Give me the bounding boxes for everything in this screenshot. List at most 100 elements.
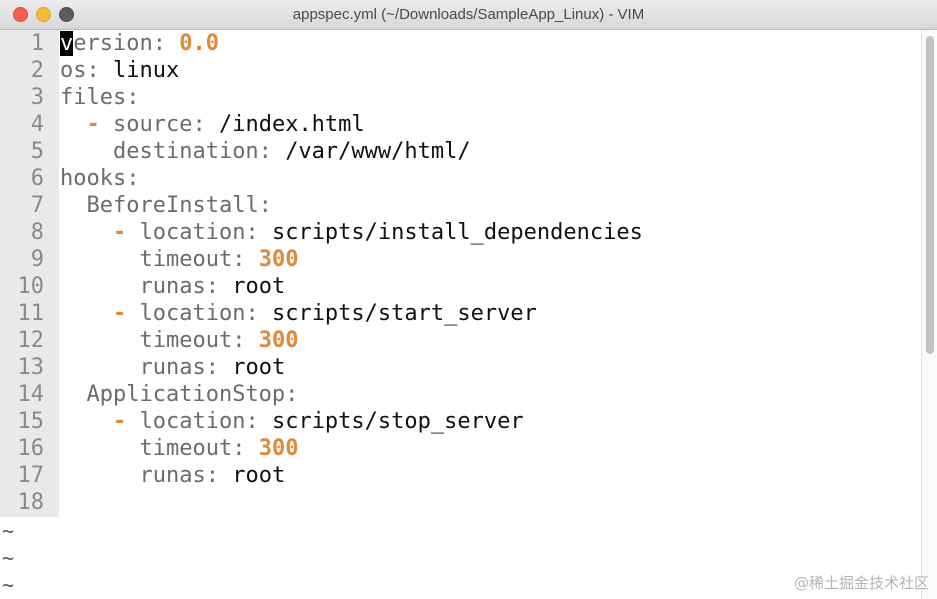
- line-number: 5: [30, 139, 44, 164]
- code-line[interactable]: 17 runas: root: [0, 462, 921, 489]
- yaml-key: os:: [60, 58, 100, 83]
- list-dash: -: [112, 409, 140, 434]
- title-bar: appspec.yml (~/Downloads/SampleApp_Linux…: [0, 0, 937, 30]
- yaml-value: root: [232, 355, 286, 380]
- yaml-value: 300: [258, 328, 299, 353]
- line-number: 7: [30, 193, 44, 218]
- line-number: 18: [17, 490, 45, 515]
- yaml-key: ersion:: [73, 31, 166, 56]
- code-line[interactable]: 5 destination: /var/www/html/: [0, 138, 921, 165]
- yaml-value: linux: [113, 58, 180, 83]
- line-number: 12: [17, 328, 45, 353]
- code-line[interactable]: 18: [0, 489, 921, 516]
- line-number: 14: [17, 382, 45, 407]
- code-line[interactable]: 4 - source: /index.html: [0, 111, 921, 138]
- yaml-key: runas:: [139, 463, 219, 488]
- empty-line-tilde: ~: [2, 573, 15, 597]
- line-number: 8: [30, 220, 44, 245]
- yaml-key: location:: [139, 220, 259, 245]
- code-line[interactable]: 16 timeout: 300: [0, 435, 921, 462]
- yaml-key: location:: [139, 301, 259, 326]
- yaml-value: scripts/stop_server: [271, 409, 524, 434]
- line-content: destination: /var/www/html/: [60, 138, 471, 165]
- yaml-value: scripts/start_server: [271, 301, 537, 326]
- line-content: version: 0.0: [60, 30, 219, 57]
- yaml-key: ApplicationStop:: [86, 382, 299, 407]
- vertical-scrollbar[interactable]: [921, 30, 937, 599]
- line-number: 11: [17, 301, 45, 326]
- code-line[interactable]: 7 BeforeInstall:: [0, 192, 921, 219]
- list-dash: -: [112, 301, 140, 326]
- line-content: - location: scripts/stop_server: [60, 408, 524, 435]
- line-number: 13: [17, 355, 45, 380]
- code-line[interactable]: 15 - location: scripts/stop_server: [0, 408, 921, 435]
- code-line[interactable]: 1 version: 0.0: [0, 30, 921, 57]
- line-number: 10: [17, 274, 45, 299]
- line-content: runas: root: [60, 273, 285, 300]
- line-content: runas: root: [60, 462, 285, 489]
- yaml-key: files:: [60, 85, 140, 110]
- list-dash: -: [86, 112, 113, 137]
- yaml-value: /index.html: [218, 112, 365, 137]
- yaml-key: runas:: [139, 355, 219, 380]
- yaml-value: 300: [258, 436, 299, 461]
- line-number: 16: [17, 436, 45, 461]
- code-line[interactable]: 14 ApplicationStop:: [0, 381, 921, 408]
- yaml-value: root: [232, 463, 286, 488]
- line-content: runas: root: [60, 354, 285, 381]
- empty-line-tilde: ~: [2, 519, 15, 543]
- code-line[interactable]: 11 - location: scripts/start_server: [0, 300, 921, 327]
- vim-editor[interactable]: 1 version: 0.0 2 os: linux 3 files: 4 - source…: [0, 30, 921, 599]
- code-line[interactable]: 6 hooks:: [0, 165, 921, 192]
- code-line[interactable]: 2 os: linux: [0, 57, 921, 84]
- yaml-value: 0.0: [179, 31, 219, 56]
- yaml-key: location:: [139, 409, 259, 434]
- yaml-key: source:: [113, 112, 206, 137]
- line-content: BeforeInstall:: [60, 192, 272, 219]
- code-line[interactable]: 3 files:: [0, 84, 921, 111]
- text-cursor: v: [60, 31, 74, 56]
- line-content: timeout: 300: [60, 327, 298, 354]
- line-content: files:: [60, 84, 139, 111]
- line-number: 2: [30, 58, 44, 83]
- code-line[interactable]: 10 runas: root: [0, 273, 921, 300]
- line-number: 3: [30, 85, 44, 110]
- yaml-key: timeout:: [139, 247, 246, 272]
- scrollbar-thumb[interactable]: [926, 36, 934, 354]
- line-content: - source: /index.html: [60, 111, 365, 138]
- code-line[interactable]: 13 runas: root: [0, 354, 921, 381]
- yaml-key: destination:: [112, 139, 272, 164]
- yaml-value: /var/www/html/: [285, 139, 471, 164]
- code-line[interactable]: 12 timeout: 300: [0, 327, 921, 354]
- line-number: 1: [30, 31, 44, 56]
- yaml-value: root: [232, 274, 286, 299]
- line-content: - location: scripts/install_dependencies: [60, 219, 643, 246]
- line-content: - location: scripts/start_server: [60, 300, 537, 327]
- line-number: 4: [30, 112, 44, 137]
- code-line[interactable]: 8 - location: scripts/install_dependenci…: [0, 219, 921, 246]
- empty-line-tilde: ~: [2, 546, 15, 570]
- yaml-key: BeforeInstall:: [86, 193, 272, 218]
- yaml-key: timeout:: [139, 436, 246, 461]
- window-title: appspec.yml (~/Downloads/SampleApp_Linux…: [292, 6, 645, 23]
- yaml-value: scripts/install_dependencies: [271, 220, 643, 245]
- code-line[interactable]: 9 timeout: 300: [0, 246, 921, 273]
- line-number: 6: [30, 166, 44, 191]
- line-content: timeout: 300: [60, 246, 298, 273]
- line-content: os: linux: [60, 57, 179, 84]
- line-number: 17: [17, 463, 45, 488]
- watermark-text: @稀土掘金技术社区: [793, 574, 929, 592]
